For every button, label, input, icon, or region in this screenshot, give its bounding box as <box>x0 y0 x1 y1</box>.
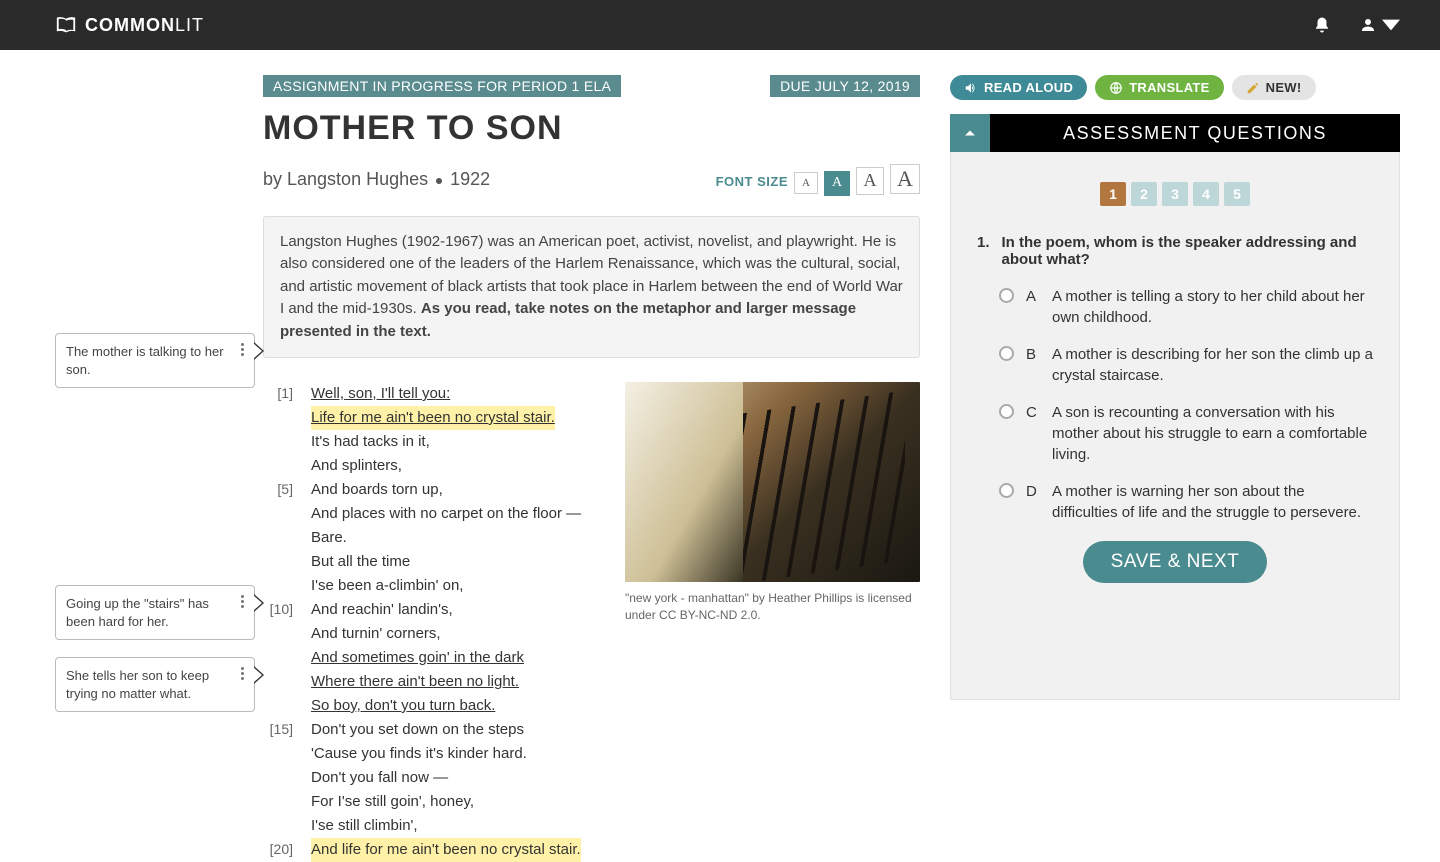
radio-icon[interactable] <box>999 483 1014 498</box>
annotations-column: The mother is talking to her son. Going … <box>55 75 255 862</box>
annotation[interactable]: The mother is talking to her son. <box>55 333 255 388</box>
annotation-text: The mother is talking to her son. <box>66 343 235 378</box>
pencil-icon <box>1246 81 1260 95</box>
fontsize-label: FONT SIZE <box>716 174 788 189</box>
assignment-badge: ASSIGNMENT IN PROGRESS FOR PERIOD 1 ELA <box>263 75 621 97</box>
question-nav: 1 2 3 4 5 <box>977 182 1373 206</box>
poem-line[interactable]: Life for me ain't been no crystal stair. <box>311 406 555 430</box>
answer-list: A A mother is telling a story to her chi… <box>977 286 1373 523</box>
question-nav-4[interactable]: 4 <box>1193 182 1219 206</box>
byline: by Langston Hughes1922 <box>263 169 490 190</box>
poem-line[interactable]: And splinters, <box>311 454 402 478</box>
figure: "new york - manhattan" by Heather Philli… <box>625 382 920 624</box>
poem-line[interactable]: And reachin' landin's, <box>311 598 453 622</box>
bell-icon[interactable] <box>1313 16 1331 34</box>
kebab-icon[interactable] <box>241 667 244 702</box>
poem-line[interactable]: And life for me ain't been no crystal st… <box>311 838 581 862</box>
poem-line[interactable]: But all the time <box>311 550 410 574</box>
caret-down-icon <box>1382 16 1400 34</box>
poem-line[interactable]: Bare. <box>311 526 347 550</box>
fontsize-medium[interactable]: A <box>824 171 850 196</box>
assessment-column: READ ALOUD TRANSLATE NEW! ASSESSMENT QUE… <box>950 75 1400 862</box>
user-menu[interactable] <box>1359 16 1400 34</box>
poem-line[interactable]: It's had tacks in it, <box>311 430 430 454</box>
poem-line[interactable]: I'se been a-climbin' on, <box>311 574 463 598</box>
poem-line[interactable]: Don't you set down on the steps <box>311 718 524 742</box>
user-icon <box>1359 16 1377 34</box>
question-nav-5[interactable]: 5 <box>1224 182 1250 206</box>
fontsize-xlarge[interactable]: A <box>890 164 920 194</box>
line-number: [10] <box>263 598 293 622</box>
poem-body: [1] Well, son, I'll tell you: Life for me… <box>263 382 595 862</box>
question-nav-3[interactable]: 3 <box>1162 182 1188 206</box>
poem-line[interactable]: Don't you fall now — <box>311 766 448 790</box>
save-next-button[interactable]: SAVE & NEXT <box>1083 541 1268 583</box>
question-prompt: 1. In the poem, whom is the speaker addr… <box>977 234 1373 268</box>
poem-line[interactable]: So boy, don't you turn back. <box>311 694 495 718</box>
poem-line[interactable]: And turnin' corners, <box>311 622 441 646</box>
kebab-icon[interactable] <box>241 595 244 630</box>
fontsize-small[interactable]: A <box>794 172 818 194</box>
annotation-text: She tells her son to keep trying no matt… <box>66 667 235 702</box>
due-badge: DUE JULY 12, 2019 <box>770 75 920 97</box>
radio-icon[interactable] <box>999 404 1014 419</box>
answer-choice[interactable]: C A son is recounting a conversation wit… <box>999 402 1373 465</box>
answer-choice[interactable]: B A mother is describing for her son the… <box>999 344 1373 386</box>
radio-icon[interactable] <box>999 346 1014 361</box>
kebab-icon[interactable] <box>241 343 244 378</box>
annotation[interactable]: She tells her son to keep trying no matt… <box>55 657 255 712</box>
poem-line[interactable]: 'Cause you finds it's kinder hard. <box>311 742 527 766</box>
annotation[interactable]: Going up the "stairs" has been hard for … <box>55 585 255 640</box>
poem-line[interactable]: I'se still climbin', <box>311 814 418 838</box>
line-number: [15] <box>263 718 293 742</box>
collapse-button[interactable] <box>950 114 990 152</box>
book-icon <box>55 14 77 36</box>
poem-line[interactable]: Where there ain't been no light. <box>311 670 519 694</box>
answer-choice[interactable]: A A mother is telling a story to her chi… <box>999 286 1373 328</box>
line-number: [20] <box>263 838 293 862</box>
reading-column: ASSIGNMENT IN PROGRESS FOR PERIOD 1 ELA … <box>255 75 950 862</box>
topbar: COMMONLIT <box>0 0 1440 50</box>
poem-line[interactable]: For I'se still goin', honey, <box>311 790 474 814</box>
intro-box: Langston Hughes (1902-1967) was an Ameri… <box>263 216 920 359</box>
question-nav-1[interactable]: 1 <box>1100 182 1126 206</box>
speaker-icon <box>964 81 978 95</box>
answer-choice[interactable]: D A mother is warning her son about the … <box>999 481 1373 523</box>
line-number: [5] <box>263 478 293 502</box>
panel-header: ASSESSMENT QUESTIONS <box>950 114 1400 152</box>
radio-icon[interactable] <box>999 288 1014 303</box>
poem-line[interactable]: Well, son, I'll tell you: <box>311 382 450 406</box>
brand-text: COMMONLIT <box>85 15 204 36</box>
panel-title: ASSESSMENT QUESTIONS <box>990 116 1400 151</box>
line-number: [1] <box>263 382 293 406</box>
new-button[interactable]: NEW! <box>1232 75 1316 100</box>
fontsize-control: FONT SIZE A A A A <box>716 164 920 196</box>
brand-logo[interactable]: COMMONLIT <box>55 14 204 36</box>
poem-line[interactable]: And sometimes goin' in the dark <box>311 646 524 670</box>
poem-line[interactable]: And boards torn up, <box>311 478 443 502</box>
page-title: MOTHER TO SON <box>263 109 920 148</box>
image-caption: "new york - manhattan" by Heather Philli… <box>625 590 920 624</box>
poem-line[interactable]: And places with no carpet on the floor — <box>311 502 581 526</box>
chevron-up-icon <box>960 123 980 143</box>
read-aloud-button[interactable]: READ ALOUD <box>950 75 1087 100</box>
question-nav-2[interactable]: 2 <box>1131 182 1157 206</box>
annotation-text: Going up the "stairs" has been hard for … <box>66 595 235 630</box>
translate-button[interactable]: TRANSLATE <box>1095 75 1223 100</box>
staircase-image <box>625 382 920 582</box>
panel-body: 1 2 3 4 5 1. In the poem, whom is the sp… <box>950 152 1400 700</box>
globe-icon <box>1109 81 1123 95</box>
fontsize-large[interactable]: A <box>856 167 884 195</box>
